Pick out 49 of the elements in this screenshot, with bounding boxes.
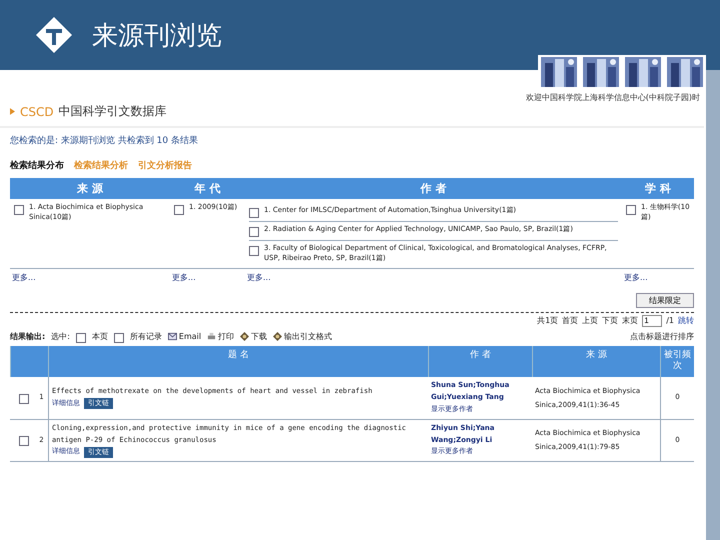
option-label: 所有记录 (130, 331, 162, 342)
checkbox[interactable] (14, 205, 24, 215)
pager-link[interactable]: 上页 (582, 315, 598, 326)
pager-link[interactable]: 首页 (562, 315, 578, 326)
logo-icon (34, 15, 74, 55)
page-total: /1 (666, 316, 674, 326)
pager-link[interactable]: 共1页 (537, 315, 558, 326)
checkbox[interactable] (19, 394, 30, 404)
checkbox[interactable] (249, 246, 259, 256)
checkbox[interactable] (174, 205, 184, 215)
output-label: 结果输出: (10, 331, 46, 342)
checkbox[interactable] (626, 205, 636, 215)
page-input[interactable]: 1 (642, 314, 662, 327)
checkbox[interactable] (76, 332, 86, 343)
envelope-icon (168, 332, 177, 342)
output-action[interactable]: 下载 (240, 331, 268, 342)
slide-title: 来源刊浏览 (92, 20, 222, 52)
output-action[interactable]: 输出引文格式 (273, 331, 332, 342)
limit-button[interactable]: 结果限定 (636, 292, 694, 308)
more-link[interactable]: 更多... (12, 272, 36, 282)
search-summary: 您检索的是: 来源期刊浏览 共检索到 10 条结果 (10, 134, 199, 148)
header-cell (10, 346, 48, 377)
more-link[interactable]: 更多... (624, 272, 648, 282)
option-label: 本页 (92, 331, 108, 342)
go-link[interactable]: 跳转 (678, 315, 694, 326)
triangle-icon (10, 108, 15, 115)
checkbox[interactable] (249, 227, 259, 237)
analysis-tab[interactable]: 检索结果分布 (10, 159, 64, 172)
column-header: 来 源 (10, 178, 170, 199)
column-header: 年 代 (170, 178, 245, 199)
checkbox[interactable] (249, 208, 259, 218)
column-header: 学 科 (622, 178, 694, 199)
sort-hint: 点击标题进行排序 (630, 331, 694, 342)
more-link[interactable]: 更多... (172, 272, 196, 282)
output-action[interactable]: Email (168, 332, 202, 342)
diamond-icon (273, 332, 282, 342)
output-action[interactable]: 打印 (207, 331, 234, 342)
welcome-text: 欢迎中国科学院上海科学信息中心(中科院子园)时 (526, 92, 700, 103)
pager-link[interactable]: 末页 (622, 315, 638, 326)
pager-link[interactable]: 下页 (602, 315, 618, 326)
diamond-icon (240, 332, 250, 342)
select-label: 选中: (51, 331, 70, 342)
checkbox[interactable] (19, 436, 30, 446)
brand-text: CSCD (20, 104, 54, 118)
more-link[interactable]: 更多... (247, 272, 271, 282)
column-header: 作 者 (245, 178, 622, 199)
printer-icon (207, 332, 216, 342)
checkbox[interactable] (114, 332, 124, 343)
site-name: 中国科学引文数据库 (58, 103, 167, 120)
